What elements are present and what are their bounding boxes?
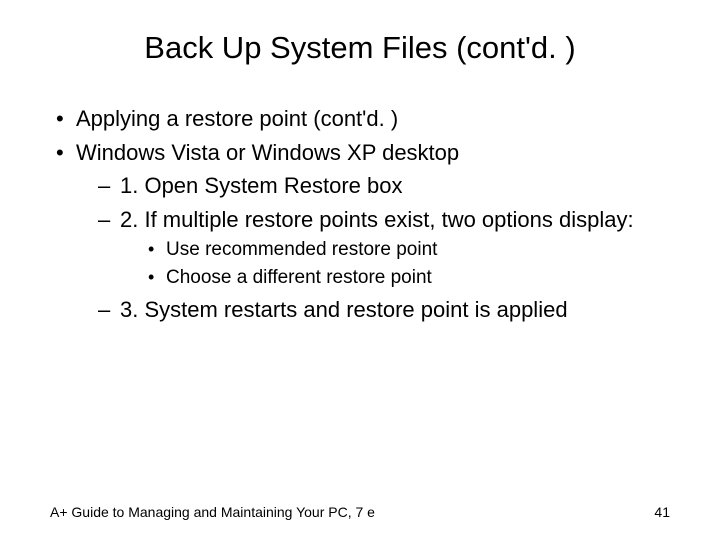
bullet-text: 3. System restarts and restore point is …	[120, 297, 568, 322]
bullet-text: 2. If multiple restore points exist, two…	[120, 207, 634, 232]
slide-footer: A+ Guide to Managing and Maintaining You…	[50, 504, 670, 520]
slide: Back Up System Files (cont'd. ) Applying…	[0, 0, 720, 540]
bullet-item: Choose a different restore point	[144, 265, 670, 291]
bullet-list-level3: Use recommended restore point Choose a d…	[120, 237, 670, 291]
bullet-list-level1: Applying a restore point (cont'd. ) Wind…	[50, 104, 670, 325]
footer-page-number: 41	[654, 504, 670, 520]
slide-content: Applying a restore point (cont'd. ) Wind…	[50, 104, 670, 325]
footer-source: A+ Guide to Managing and Maintaining You…	[50, 504, 375, 520]
bullet-text: 1. Open System Restore box	[120, 173, 402, 198]
bullet-list-level2: 1. Open System Restore box 2. If multipl…	[76, 171, 670, 324]
bullet-item: Use recommended restore point	[144, 237, 670, 263]
bullet-item: 2. If multiple restore points exist, two…	[90, 205, 670, 291]
bullet-item: 1. Open System Restore box	[90, 171, 670, 201]
bullet-item: Applying a restore point (cont'd. )	[50, 104, 670, 134]
bullet-text: Use recommended restore point	[166, 239, 437, 260]
bullet-text: Applying a restore point (cont'd. )	[76, 106, 398, 131]
bullet-item: 3. System restarts and restore point is …	[90, 295, 670, 325]
bullet-text: Choose a different restore point	[166, 267, 432, 288]
bullet-item: Windows Vista or Windows XP desktop 1. O…	[50, 138, 670, 325]
slide-title: Back Up System Files (cont'd. )	[50, 30, 670, 66]
bullet-text: Windows Vista or Windows XP desktop	[76, 140, 459, 165]
